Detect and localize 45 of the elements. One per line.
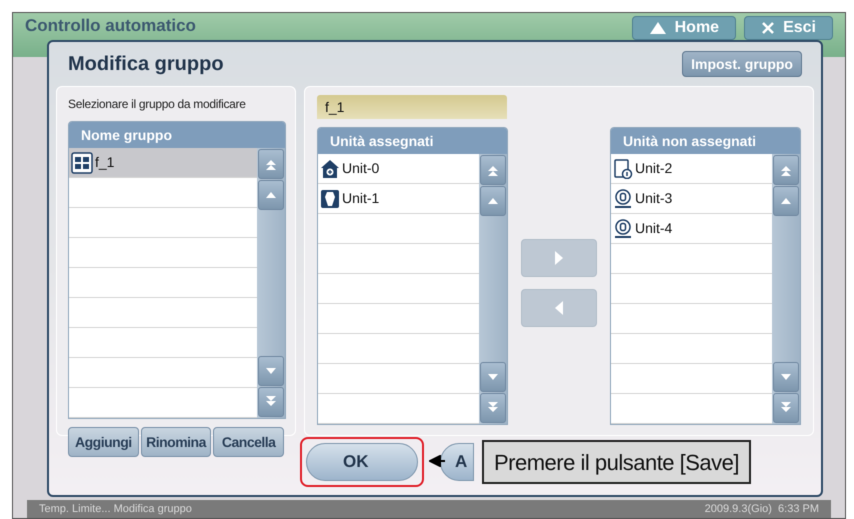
instruction-text: Selezionare il gruppo da modificare [68,96,247,113]
item-label: Unit-1 [342,189,380,208]
house-icon [320,158,340,178]
callout-arrow [429,455,445,467]
item-label: f_1 [95,153,114,172]
close-icon [761,21,776,35]
list-header: Unità non assegnati [611,128,800,154]
up-arrow-icon [648,21,667,35]
group-action-button[interactable]: Rinomina [140,427,212,457]
item-label: Unit-4 [635,219,672,238]
list-header: Unità assegnati [318,128,507,154]
status-text: Temp. Limite... Modifica gruppo [39,502,192,517]
scroll-button[interactable] [480,393,506,423]
group-icon [71,152,93,174]
group-action-button[interactable]: Aggiungi [68,427,139,457]
right-triangle-icon [554,250,564,266]
group-name-field[interactable]: f_1 [317,95,507,119]
group-action-button[interactable]: Cancella [213,427,284,457]
footer-button[interactable]: A [440,442,474,480]
scroll-button[interactable] [480,362,506,392]
list-header: Nome gruppo [69,122,285,148]
callout-text: Premere il pulsante [Save] [494,448,740,477]
item-label: Unit-2 [635,159,672,178]
fan-unit-icon [613,218,633,238]
item-label: Unit-3 [635,189,672,208]
scroll-button[interactable] [773,393,799,423]
scroll-button[interactable] [258,149,284,179]
dialog-title: Modifica gruppo [68,52,224,77]
left-triangle-icon [554,300,564,316]
scroll-button[interactable] [773,186,799,216]
scroll-button[interactable] [773,155,799,185]
status-datetime: 2009.9.3(Gio) 6:33 PM [704,502,819,517]
app-title: Controllo automatico [25,16,196,36]
scroll-button[interactable] [480,155,506,185]
fan-unit-icon [613,188,633,208]
device-icon [613,158,633,178]
scroll-button[interactable] [258,356,284,386]
scroll-button[interactable] [258,387,284,417]
footer-button[interactable]: OK [306,442,418,480]
scroll-button[interactable] [480,186,506,216]
item-label: Unit-0 [342,159,380,178]
unit-icon [320,188,340,208]
scroll-button[interactable] [773,362,799,392]
scroll-button[interactable] [258,180,284,210]
list-item[interactable]: f_1 [69,148,257,178]
